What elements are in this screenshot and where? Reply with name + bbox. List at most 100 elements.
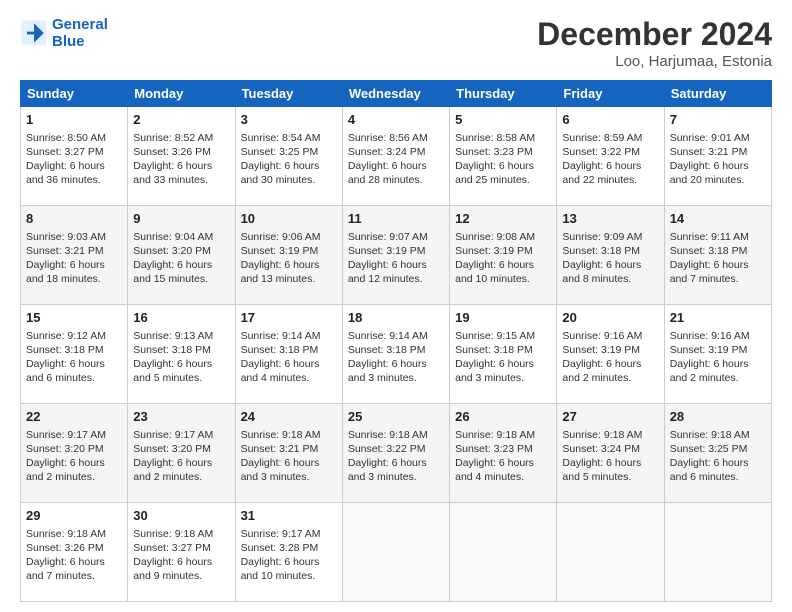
day-info: Sunrise: 9:18 AMSunset: 3:22 PMDaylight:…	[348, 428, 444, 485]
day-number: 4	[348, 111, 444, 129]
day-info: Sunrise: 9:15 AMSunset: 3:18 PMDaylight:…	[455, 329, 551, 386]
day-info: Sunrise: 9:18 AMSunset: 3:21 PMDaylight:…	[241, 428, 337, 485]
calendar-cell: 19 Sunrise: 9:15 AMSunset: 3:18 PMDayligh…	[450, 305, 557, 404]
calendar-cell: 17Sunrise: 9:14 AMSunset: 3:18 PMDayligh…	[235, 305, 342, 404]
day-info: Sunrise: 9:16 AMSunset: 3:19 PMDaylight:…	[562, 329, 658, 386]
day-number: 22	[26, 408, 122, 426]
calendar-cell: 8 Sunrise: 9:03 AMSunset: 3:21 PMDaylight…	[21, 206, 128, 305]
day-number: 8	[26, 210, 122, 228]
logo-general: General	[52, 16, 108, 33]
calendar-cell: 22 Sunrise: 9:17 AMSunset: 3:20 PMDayligh…	[21, 404, 128, 503]
day-number: 17	[241, 309, 337, 327]
day-info: Sunrise: 8:54 AMSunset: 3:25 PMDaylight:…	[241, 131, 337, 188]
month-title: December 2024	[537, 16, 772, 53]
calendar-week-3: 22 Sunrise: 9:17 AMSunset: 3:20 PMDayligh…	[21, 404, 772, 503]
calendar-week-0: 1 Sunrise: 8:50 AMSunset: 3:27 PMDaylight…	[21, 107, 772, 206]
day-number: 3	[241, 111, 337, 129]
calendar-cell: 13Sunrise: 9:09 AMSunset: 3:18 PMDayligh…	[557, 206, 664, 305]
day-number: 26	[455, 408, 551, 426]
calendar-cell: 7Sunrise: 9:01 AMSunset: 3:21 PMDaylight…	[664, 107, 771, 206]
day-number: 16	[133, 309, 229, 327]
calendar-cell: 29 Sunrise: 9:18 AMSunset: 3:26 PMDayligh…	[21, 503, 128, 602]
calendar-cell: 9 Sunrise: 9:04 AMSunset: 3:20 PMDaylight…	[128, 206, 235, 305]
day-number: 28	[670, 408, 766, 426]
day-info: Sunrise: 9:18 AMSunset: 3:24 PMDaylight:…	[562, 428, 658, 485]
calendar-header-row: SundayMondayTuesdayWednesdayThursdayFrid…	[21, 81, 772, 107]
day-info: Sunrise: 9:18 AMSunset: 3:25 PMDaylight:…	[670, 428, 766, 485]
day-info: Sunrise: 9:14 AMSunset: 3:18 PMDaylight:…	[348, 329, 444, 386]
day-number: 20	[562, 309, 658, 327]
day-info: Sunrise: 9:18 AMSunset: 3:26 PMDaylight:…	[26, 527, 122, 584]
day-info: Sunrise: 9:12 AMSunset: 3:18 PMDaylight:…	[26, 329, 122, 386]
calendar-cell: 30Sunrise: 9:18 AMSunset: 3:27 PMDayligh…	[128, 503, 235, 602]
calendar-cell: 14 Sunrise: 9:11 AMSunset: 3:18 PMDayligh…	[664, 206, 771, 305]
calendar-cell: 26 Sunrise: 9:18 AMSunset: 3:23 PMDayligh…	[450, 404, 557, 503]
calendar-header-thursday: Thursday	[450, 81, 557, 107]
calendar-cell: 2Sunrise: 8:52 AMSunset: 3:26 PMDaylight…	[128, 107, 235, 206]
day-info: Sunrise: 9:11 AMSunset: 3:18 PMDaylight:…	[670, 230, 766, 287]
day-info: Sunrise: 8:50 AMSunset: 3:27 PMDaylight:…	[26, 131, 122, 188]
day-number: 1	[26, 111, 122, 129]
logo-blue: Blue	[52, 33, 108, 50]
day-info: Sunrise: 8:56 AMSunset: 3:24 PMDaylight:…	[348, 131, 444, 188]
day-number: 23	[133, 408, 229, 426]
day-info: Sunrise: 9:13 AMSunset: 3:18 PMDaylight:…	[133, 329, 229, 386]
day-number: 12	[455, 210, 551, 228]
calendar-cell: 4 Sunrise: 8:56 AMSunset: 3:24 PMDaylight…	[342, 107, 449, 206]
day-number: 11	[348, 210, 444, 228]
day-number: 2	[133, 111, 229, 129]
day-number: 15	[26, 309, 122, 327]
calendar-cell: 27 Sunrise: 9:18 AMSunset: 3:24 PMDayligh…	[557, 404, 664, 503]
day-number: 29	[26, 507, 122, 525]
day-number: 24	[241, 408, 337, 426]
day-number: 19	[455, 309, 551, 327]
day-info: Sunrise: 9:17 AMSunset: 3:20 PMDaylight:…	[26, 428, 122, 485]
calendar-cell	[342, 503, 449, 602]
title-block: December 2024 Loo, Harjumaa, Estonia	[537, 16, 772, 70]
page: General Blue December 2024 Loo, Harjumaa…	[0, 0, 792, 612]
day-number: 21	[670, 309, 766, 327]
calendar-cell: 21 Sunrise: 9:16 AMSunset: 3:19 PMDayligh…	[664, 305, 771, 404]
day-info: Sunrise: 9:18 AMSunset: 3:23 PMDaylight:…	[455, 428, 551, 485]
day-number: 25	[348, 408, 444, 426]
day-info: Sunrise: 9:01 AMSunset: 3:21 PMDaylight:…	[670, 131, 766, 188]
calendar-cell: 25 Sunrise: 9:18 AMSunset: 3:22 PMDayligh…	[342, 404, 449, 503]
day-info: Sunrise: 8:59 AMSunset: 3:22 PMDaylight:…	[562, 131, 658, 188]
logo-icon	[20, 19, 48, 47]
day-info: Sunrise: 9:04 AMSunset: 3:20 PMDaylight:…	[133, 230, 229, 287]
calendar-header-tuesday: Tuesday	[235, 81, 342, 107]
calendar-cell: 15 Sunrise: 9:12 AMSunset: 3:18 PMDayligh…	[21, 305, 128, 404]
day-info: Sunrise: 9:17 AMSunset: 3:20 PMDaylight:…	[133, 428, 229, 485]
day-info: Sunrise: 9:06 AMSunset: 3:19 PMDaylight:…	[241, 230, 337, 287]
day-number: 13	[562, 210, 658, 228]
calendar-cell: 3 Sunrise: 8:54 AMSunset: 3:25 PMDaylight…	[235, 107, 342, 206]
calendar-cell: 12 Sunrise: 9:08 AMSunset: 3:19 PMDayligh…	[450, 206, 557, 305]
calendar-header-saturday: Saturday	[664, 81, 771, 107]
calendar-table: SundayMondayTuesdayWednesdayThursdayFrid…	[20, 80, 772, 602]
calendar-cell	[664, 503, 771, 602]
calendar-cell: 31Sunrise: 9:17 AMSunset: 3:28 PMDayligh…	[235, 503, 342, 602]
calendar-header-wednesday: Wednesday	[342, 81, 449, 107]
calendar-cell: 16 Sunrise: 9:13 AMSunset: 3:18 PMDayligh…	[128, 305, 235, 404]
calendar-cell	[450, 503, 557, 602]
day-number: 14	[670, 210, 766, 228]
calendar-header-monday: Monday	[128, 81, 235, 107]
calendar-cell: 5Sunrise: 8:58 AMSunset: 3:23 PMDaylight…	[450, 107, 557, 206]
day-number: 30	[133, 507, 229, 525]
day-info: Sunrise: 9:08 AMSunset: 3:19 PMDaylight:…	[455, 230, 551, 287]
calendar-week-2: 15 Sunrise: 9:12 AMSunset: 3:18 PMDayligh…	[21, 305, 772, 404]
day-number: 18	[348, 309, 444, 327]
calendar-cell: 1 Sunrise: 8:50 AMSunset: 3:27 PMDaylight…	[21, 107, 128, 206]
day-number: 27	[562, 408, 658, 426]
day-info: Sunrise: 9:17 AMSunset: 3:28 PMDaylight:…	[241, 527, 337, 584]
day-info: Sunrise: 9:16 AMSunset: 3:19 PMDaylight:…	[670, 329, 766, 386]
day-number: 5	[455, 111, 551, 129]
location: Loo, Harjumaa, Estonia	[537, 53, 772, 70]
calendar-cell: 20 Sunrise: 9:16 AMSunset: 3:19 PMDayligh…	[557, 305, 664, 404]
calendar-cell: 10Sunrise: 9:06 AMSunset: 3:19 PMDayligh…	[235, 206, 342, 305]
day-info: Sunrise: 9:03 AMSunset: 3:21 PMDaylight:…	[26, 230, 122, 287]
calendar-header-sunday: Sunday	[21, 81, 128, 107]
day-number: 9	[133, 210, 229, 228]
calendar-cell: 23 Sunrise: 9:17 AMSunset: 3:20 PMDayligh…	[128, 404, 235, 503]
calendar-cell	[557, 503, 664, 602]
